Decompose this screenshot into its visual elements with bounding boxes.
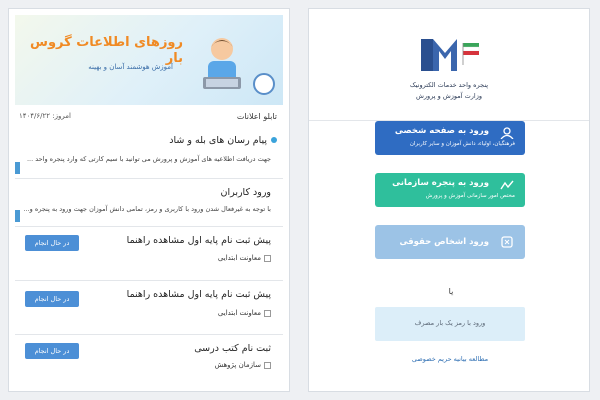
ministry-logo-icon bbox=[421, 39, 480, 71]
org-login-title: ورود به پنجره سازمانی bbox=[392, 178, 489, 188]
legal-login-title: ورود اشخاص حقوقی bbox=[399, 237, 489, 247]
banner-subtitle: آموزش هوشمند آسان و بهینه bbox=[88, 63, 173, 71]
notice-title[interactable]: پیش ثبت نام پایه اول مشاهده راهنما bbox=[127, 235, 271, 246]
notice-marker bbox=[15, 210, 20, 222]
otp-login-label: ورود با رمز یک بار مصرف bbox=[414, 319, 486, 327]
notice-board-panel: روزهای اطلاعات گروس بار آموزش هوشمند آسا… bbox=[8, 8, 290, 392]
status-button[interactable]: در حال انجام bbox=[25, 235, 79, 251]
notice-bullet-icon bbox=[271, 137, 277, 143]
org-login-subtitle: مختص امور سازمانی آموزش و پرورش bbox=[425, 193, 515, 199]
legal-login-button[interactable]: ورود اشخاص حقوقی bbox=[375, 225, 525, 259]
checkbox-icon[interactable] bbox=[264, 255, 271, 262]
student-illustration-icon bbox=[203, 38, 241, 89]
notice-item[interactable]: پیام رسان های بله و شاد جهت دریافت اطلاع… bbox=[15, 129, 283, 179]
notice-item[interactable]: ورود کاربران با توجه به غیرفعال شدن ورود… bbox=[15, 181, 283, 227]
login-header: پنجره واحد خدمات الکترونیک وزارت آموزش و… bbox=[309, 9, 589, 121]
otp-login-button[interactable]: ورود با رمز یک بار مصرف bbox=[375, 307, 525, 341]
notice-department: معاونت ابتدایی bbox=[217, 309, 261, 317]
org-login-button[interactable]: ورود به پنجره سازمانی مختص امور سازمانی … bbox=[375, 173, 525, 207]
ministry-name: وزارت آموزش و پرورش bbox=[415, 92, 482, 100]
notice-text: با توجه به غیرفعال شدن ورود با کاربری و … bbox=[23, 205, 271, 213]
notice-item[interactable]: پیش ثبت نام پایه اول مشاهده راهنما در حا… bbox=[15, 229, 283, 281]
notice-item[interactable]: ثبت نام کتب درسی در حال انجام سازمان پژو… bbox=[15, 337, 283, 387]
notice-department: سازمان پژوهش bbox=[214, 361, 261, 369]
notice-title[interactable]: ورود کاربران bbox=[220, 187, 271, 198]
org-name: پنجره واحد خدمات الکترونیک bbox=[409, 81, 489, 89]
board-header: تابلو اعلانات امروز: ۱۴۰۴/۶/۲۲ bbox=[15, 109, 283, 127]
board-date: امروز: ۱۴۰۴/۶/۲۲ bbox=[19, 112, 71, 120]
status-button[interactable]: در حال انجام bbox=[25, 291, 79, 307]
or-divider: یا bbox=[448, 287, 454, 296]
privacy-policy-link[interactable]: مطالعه بیانیه حریم خصوصی bbox=[375, 355, 525, 363]
promo-banner[interactable]: روزهای اطلاعات گروس بار آموزش هوشمند آسا… bbox=[15, 15, 283, 105]
user-icon bbox=[499, 127, 515, 140]
personal-login-button[interactable]: ورود به صفحه شخصی فرهنگیان، اولیاء، دانش… bbox=[375, 121, 525, 155]
org-icon bbox=[499, 179, 515, 191]
notice-marker bbox=[15, 162, 20, 174]
checkbox-icon[interactable] bbox=[264, 310, 271, 317]
board-title: تابلو اعلانات bbox=[236, 112, 277, 121]
status-button[interactable]: در حال انجام bbox=[25, 343, 79, 359]
ministry-badge-icon bbox=[253, 73, 275, 95]
login-panel: پنجره واحد خدمات الکترونیک وزارت آموزش و… bbox=[308, 8, 590, 392]
notice-item[interactable]: پیش ثبت نام پایه اول مشاهده راهنما در حا… bbox=[15, 283, 283, 335]
checkbox-icon[interactable] bbox=[264, 362, 271, 369]
building-icon bbox=[499, 236, 515, 248]
notice-text: جهت دریافت اطلاعیه های آموزش و پرورش می … bbox=[26, 155, 271, 163]
personal-login-subtitle: فرهنگیان، اولیاء، دانش آموزان و سایر کار… bbox=[409, 141, 515, 147]
notice-department: معاونت ابتدایی bbox=[217, 254, 261, 262]
notice-title[interactable]: پیام رسان های بله و شاد bbox=[169, 135, 267, 146]
personal-login-title: ورود به صفحه شخصی bbox=[394, 126, 489, 136]
notice-title[interactable]: ثبت نام کتب درسی bbox=[194, 343, 271, 354]
notice-title[interactable]: پیش ثبت نام پایه اول مشاهده راهنما bbox=[127, 289, 271, 300]
